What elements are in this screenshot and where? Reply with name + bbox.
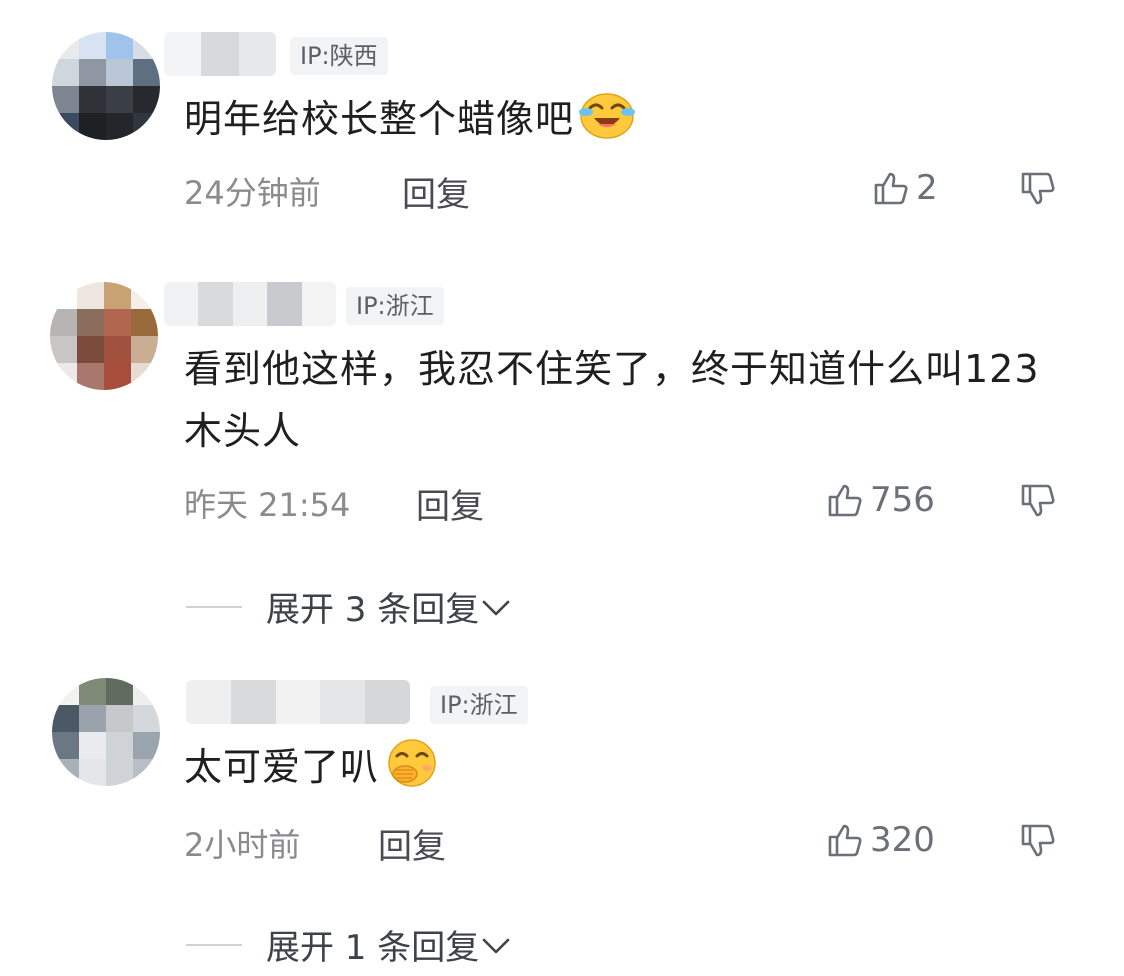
like-button[interactable]: 756: [826, 480, 935, 520]
dislike-button[interactable]: [1018, 482, 1058, 526]
comment-text: 明年给校长整个蜡像吧: [184, 88, 1054, 158]
ip-location-badge: IP:陕西: [290, 37, 388, 75]
expand-replies-button[interactable]: 展开 1 条回复: [186, 920, 513, 969]
like-button[interactable]: 320: [826, 820, 935, 860]
dislike-button[interactable]: [1018, 822, 1058, 866]
divider: [186, 943, 242, 946]
smirking-hand-emoji-icon: [383, 736, 441, 806]
username-blurred[interactable]: [164, 32, 276, 76]
username-blurred[interactable]: [164, 282, 336, 326]
comment-list: IP:陕西 明年给校长整个蜡像吧 24分钟前 回复 2 IP:浙江 看到他这样，…: [0, 0, 1124, 976]
expand-replies-button[interactable]: 展开 3 条回复: [186, 582, 513, 631]
avatar[interactable]: [52, 32, 160, 140]
thumbs-up-icon: [828, 824, 862, 857]
divider: [186, 605, 242, 608]
comment-item: IP:陕西 明年给校长整个蜡像吧 24分钟前 回复 2: [0, 0, 1124, 240]
expand-replies-label: 展开 3 条回复: [266, 590, 480, 630]
username-blurred[interactable]: [186, 680, 410, 724]
comment-item: IP:浙江 看到他这样，我忍不住笑了，终于知道什么叫123木头人 昨天 21:5…: [0, 240, 1124, 640]
chevron-down-icon: [482, 600, 510, 615]
comment-time: 昨天 21:54: [184, 486, 351, 524]
avatar[interactable]: [52, 678, 160, 786]
thumbs-down-icon: [1021, 484, 1055, 517]
thumbs-down-icon: [1021, 172, 1055, 205]
chevron-down-icon: [482, 938, 510, 953]
laughing-tears-emoji-icon: [578, 90, 636, 158]
comment-text-body: 明年给校长整个蜡像吧: [184, 97, 575, 141]
comment-time: 2小时前: [184, 826, 301, 864]
comment-text: 太可爱了叭: [184, 736, 1054, 806]
like-button[interactable]: 2: [872, 168, 938, 208]
like-count: 2: [916, 168, 938, 208]
comment-text-body: 太可爱了叭: [184, 745, 380, 789]
ip-location-badge: IP:浙江: [430, 686, 528, 724]
reply-button[interactable]: 回复: [416, 479, 484, 528]
reply-button[interactable]: 回复: [378, 819, 446, 868]
ip-location-badge: IP:浙江: [346, 287, 444, 325]
comment-time: 24分钟前: [184, 174, 321, 212]
expand-replies-label: 展开 1 条回复: [266, 928, 480, 968]
like-count: 756: [870, 480, 935, 520]
thumbs-down-icon: [1021, 824, 1055, 857]
like-count: 320: [870, 820, 935, 860]
thumbs-up-icon: [828, 484, 862, 517]
comment-item: IP:浙江 太可爱了叭 2小时前 回复 320 展开 1 条回复: [0, 640, 1124, 976]
comment-text: 看到他这样，我忍不住笑了，终于知道什么叫123木头人: [184, 347, 1040, 453]
reply-button[interactable]: 回复: [402, 167, 470, 216]
avatar[interactable]: [50, 282, 158, 390]
thumbs-up-icon: [874, 172, 908, 205]
dislike-button[interactable]: [1018, 170, 1058, 214]
